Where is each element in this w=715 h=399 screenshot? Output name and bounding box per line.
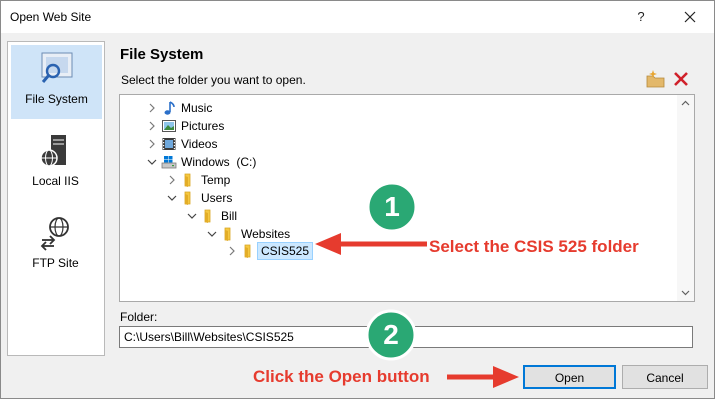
help-button[interactable]: ? <box>630 6 652 28</box>
sidebar-item-label: File System <box>25 92 88 106</box>
folder-icon <box>184 191 191 205</box>
folder-icon <box>184 173 191 187</box>
chevron-right-icon[interactable] <box>146 99 158 117</box>
arrow-right-icon <box>447 366 519 388</box>
sidebar-item-file-system[interactable]: File System <box>11 45 102 119</box>
chevron-up-icon <box>681 100 690 106</box>
tree-item-label: Windows (C:) <box>181 155 257 169</box>
chevron-down-icon[interactable] <box>146 153 158 171</box>
close-button[interactable] <box>679 6 701 28</box>
new-folder-icon <box>646 70 665 88</box>
tree-item-label: Websites <box>241 227 291 241</box>
tree-item-label: Bill <box>221 209 238 223</box>
cancel-button[interactable]: Cancel <box>622 365 708 389</box>
chevron-down-icon[interactable] <box>186 207 198 225</box>
tree-item-label: Pictures <box>181 119 225 133</box>
tree-item-label: Users <box>201 191 233 205</box>
file-system-icon <box>41 52 73 83</box>
chevron-right-icon[interactable] <box>146 135 158 153</box>
tree-item-label: Music <box>181 101 213 115</box>
videos-icon <box>162 138 176 150</box>
close-icon <box>684 11 696 23</box>
tree-scrollbar[interactable] <box>677 95 694 301</box>
instruction-text: Select the folder you want to open. <box>121 73 306 87</box>
step-number: 2 <box>383 319 399 350</box>
open-web-site-dialog: Open Web Site ? File System Local IIS FT… <box>0 0 715 399</box>
step-2-badge: 2 <box>365 309 417 361</box>
step-1-badge: 1 <box>366 181 418 233</box>
step-2-instruction: Click the Open button <box>253 367 430 386</box>
chevron-right-icon[interactable] <box>166 171 178 189</box>
server-icon <box>40 135 66 167</box>
music-icon <box>164 101 175 115</box>
drive-icon <box>161 156 177 169</box>
chevron-down-icon <box>681 290 690 296</box>
chevron-down-icon[interactable] <box>206 225 218 243</box>
step-1-instruction: Select the CSIS 525 folder <box>429 237 639 256</box>
delete-icon <box>674 72 688 86</box>
title-bar: Open Web Site ? <box>1 1 714 33</box>
folder-icon <box>224 227 231 241</box>
step-number: 1 <box>384 191 400 222</box>
chevron-right-icon[interactable] <box>146 117 158 135</box>
folder-icon <box>204 209 211 223</box>
folder-icon <box>244 244 251 258</box>
chevron-down-icon[interactable] <box>166 189 178 207</box>
chevron-right-icon[interactable] <box>226 242 238 260</box>
folder-field-label: Folder: <box>120 310 158 324</box>
tree-item-label: Videos <box>181 137 218 151</box>
tree-item-label: CSIS525 <box>257 242 314 260</box>
tree-item-label: Temp <box>201 173 231 187</box>
location-sidebar: File System Local IIS FTP Site <box>7 41 105 356</box>
globe-transfer-icon <box>40 217 69 251</box>
arrow-left-icon <box>315 233 427 255</box>
sidebar-item-ftp-site[interactable]: FTP Site <box>11 210 100 282</box>
sidebar-item-local-iis[interactable]: Local IIS <box>11 128 100 200</box>
sidebar-item-label: Local IIS <box>32 174 79 188</box>
sidebar-item-label: FTP Site <box>32 256 79 270</box>
new-folder-button[interactable] <box>646 69 666 89</box>
page-title: File System <box>120 46 204 63</box>
scroll-down-button[interactable] <box>677 284 694 301</box>
delete-button[interactable] <box>671 69 691 89</box>
open-button[interactable]: Open <box>523 365 616 389</box>
dialog-title: Open Web Site <box>10 10 92 24</box>
scroll-up-button[interactable] <box>677 95 694 112</box>
pictures-icon <box>162 120 176 132</box>
